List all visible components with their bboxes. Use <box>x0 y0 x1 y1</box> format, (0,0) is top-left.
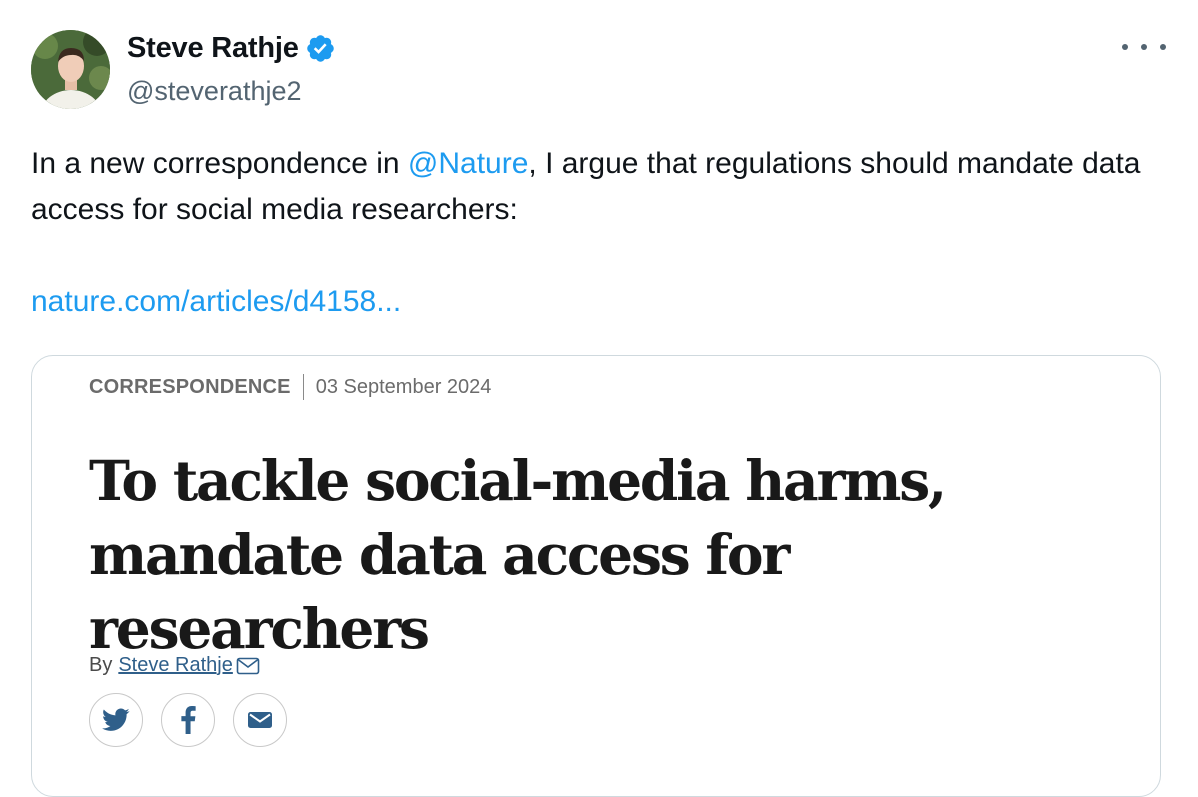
tweet-text: In a new correspondence in @Nature, I ar… <box>31 141 1161 233</box>
author-name-text[interactable]: Steve Rathje <box>127 32 299 65</box>
author-name[interactable]: Steve Rathje <box>127 32 336 65</box>
meta-divider <box>302 374 304 400</box>
byline-prefix: By <box>89 654 113 676</box>
byline-author-link[interactable]: Steve Rathje <box>118 654 233 677</box>
article-title-line: To tackle social-media harms, <box>89 448 947 513</box>
author-handle[interactable]: @steverathje2 <box>127 76 302 107</box>
more-dot <box>1141 44 1147 50</box>
byline: By Steve Rathje <box>89 654 260 677</box>
article-type: CORRESPONDENCE <box>89 375 291 398</box>
more-dot <box>1160 44 1166 50</box>
article-date: 03 September 2024 <box>315 375 492 398</box>
mention-link[interactable]: @Nature <box>408 147 529 180</box>
avatar[interactable] <box>31 30 110 109</box>
tweet-text-part: In a new correspondence in <box>31 147 408 180</box>
card-meta: CORRESPONDENCE 03 September 2024 <box>89 374 491 400</box>
email-icon[interactable] <box>233 693 287 747</box>
more-dot <box>1122 44 1128 50</box>
article-title[interactable]: To tackle social-media harms, mandate da… <box>89 444 1129 666</box>
facebook-icon[interactable] <box>161 693 215 747</box>
verified-badge-icon[interactable] <box>305 33 336 64</box>
share-buttons <box>89 693 287 747</box>
more-options-icon[interactable] <box>1122 32 1166 62</box>
article-title-line: mandate data access for researchers <box>89 522 790 661</box>
twitter-icon[interactable] <box>89 693 143 747</box>
tweet: Steve Rathje @steverathje2 In a new corr… <box>0 0 1198 797</box>
link-preview-card[interactable]: CORRESPONDENCE 03 September 2024 To tack… <box>31 355 1161 797</box>
mail-icon[interactable] <box>236 657 260 675</box>
article-link[interactable]: nature.com/articles/d4158... <box>31 285 401 319</box>
